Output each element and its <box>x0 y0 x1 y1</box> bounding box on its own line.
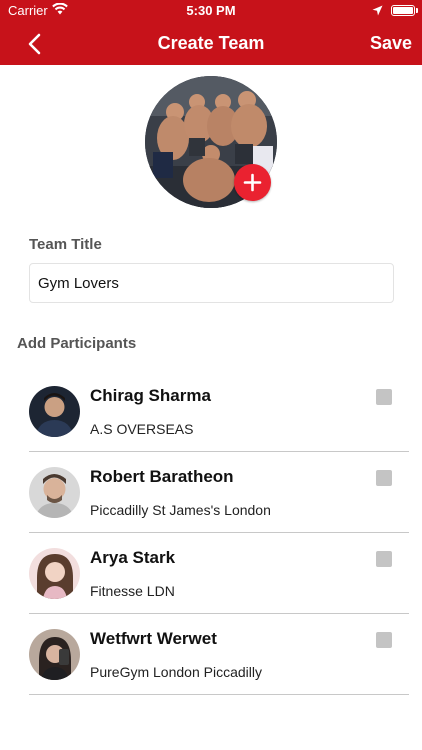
location-arrow-icon <box>372 4 383 19</box>
participant-name: Wetfwrt Werwet <box>90 629 217 648</box>
participant-gym: PureGym London Piccadilly <box>90 664 262 680</box>
participant-gym: Fitnesse LDN <box>90 583 175 599</box>
participant-gym: Piccadilly St James's London <box>90 502 271 518</box>
battery-tip <box>416 8 418 13</box>
participant-checkbox[interactable] <box>376 551 392 567</box>
status-time: 5:30 PM <box>186 3 236 18</box>
participant-gym: A.S OVERSEAS <box>90 421 194 437</box>
avatar <box>29 386 80 437</box>
participant-checkbox[interactable] <box>376 389 392 405</box>
participant-row[interactable]: Robert Baratheon Piccadilly St James's L… <box>29 452 409 533</box>
participant-checkbox[interactable] <box>376 470 392 486</box>
status-bar: Carrier 5:30 PM <box>0 0 422 22</box>
participant-checkbox[interactable] <box>376 632 392 648</box>
participant-row[interactable]: Wetfwrt Werwet PureGym London Piccadilly <box>29 614 409 695</box>
team-title-label: Team Title <box>29 236 102 253</box>
avatar <box>29 467 80 518</box>
participant-row[interactable]: Chirag Sharma A.S OVERSEAS <box>29 371 409 452</box>
avatar <box>29 629 80 680</box>
add-participants-label: Add Participants <box>17 335 137 352</box>
team-title-input[interactable] <box>29 263 394 303</box>
participant-name: Robert Baratheon <box>90 467 234 486</box>
add-photo-button[interactable] <box>234 164 271 201</box>
battery-icon <box>391 5 415 16</box>
page-title: Create Team <box>157 33 265 53</box>
participant-name: Arya Stark <box>90 548 176 567</box>
navigation-bar: Create Team Save <box>0 22 422 65</box>
avatar <box>29 548 80 599</box>
participant-row[interactable]: Arya Stark Fitnesse LDN <box>29 533 409 614</box>
save-button[interactable]: Save <box>370 33 412 54</box>
participant-name: Chirag Sharma <box>90 386 211 405</box>
plus-icon <box>243 173 262 192</box>
